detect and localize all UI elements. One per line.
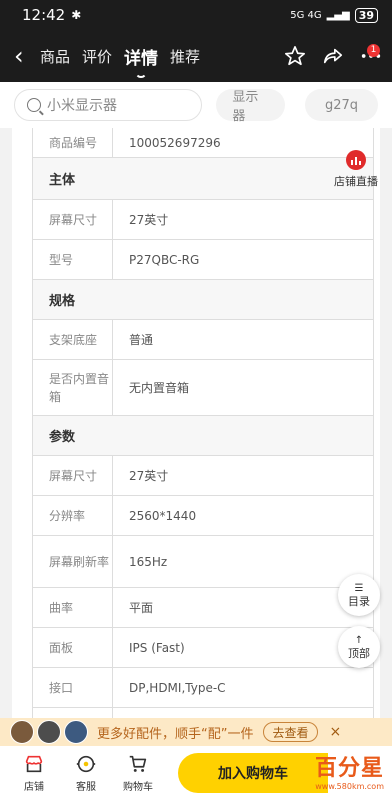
store-live-label: 店铺直播 [334,175,378,188]
spec-value: 165Hz [129,554,168,569]
back-to-top-button[interactable]: ↑ 顶部 [338,626,380,668]
shop-icon [25,755,43,773]
catalog-label: 目录 [348,595,370,608]
product-thumb-2 [37,720,61,744]
watermark-url: www.580km.com [315,782,384,791]
spec-value: 27英寸 [129,469,169,483]
spec-value: 27英寸 [129,213,169,227]
spec-row: 接口 DP,HDMI,Type-C [33,668,373,708]
spec-row: 屏幕刷新率 165Hz [33,536,373,588]
signal-icon: 5G 4G [290,9,322,21]
spec-key: 屏幕尺寸 [33,200,113,239]
spec-key: 支架底座 [33,320,113,359]
spec-row: 是否内置音箱 无内置音箱 [33,360,373,416]
store-live-button[interactable]: 店铺直播 [332,150,380,189]
product-thumb-1 [10,720,34,744]
spec-row: 售后服务3年质保 [33,708,373,718]
spec-table: 商品编号 100052697296 主体 屏幕尺寸 27英寸 型号 P27QBC-RG 规格支… [32,128,374,718]
header: 12:42 ✱ 5G 4G ▂▄▆ 39 ‹ 商品 评价 详情 推荐 1 [0,0,392,82]
bottom-bar: 店铺 客服 购物车 加入购物车 百分星 www.580km.com [0,746,392,800]
spec-row: 支架底座 普通 [33,320,373,360]
top-label: 顶部 [348,647,370,660]
spec-value: 普通 [129,333,154,347]
spec-value: 无内置音箱 [129,381,190,395]
spec-key: 商品编号 [33,128,113,157]
spec-row: 型号 P27QBC-RG [33,240,373,280]
spec-value: 2560*1440 [129,508,197,523]
list-icon: ☰ [354,583,364,594]
star-icon[interactable] [284,45,306,67]
status-icons: 5G 4G ▂▄▆ 39 [290,7,378,23]
spec-key: 屏幕尺寸 [33,456,113,495]
bluetooth-icon: ✱ [71,8,82,22]
shop-button[interactable]: 店铺 [8,753,60,793]
nav-bar: ‹ 商品 评价 详情 推荐 [0,30,392,82]
service-button[interactable]: 客服 [60,753,112,793]
message-badge: 1 [367,44,380,57]
search-icon [27,98,41,112]
tab-details[interactable]: 详情 [124,44,158,69]
tab-reviews[interactable]: 评价 [82,46,112,67]
close-icon[interactable]: × [330,724,342,740]
spec-row: 分辨率 2560*1440 [33,496,373,536]
cart-button[interactable]: 购物车 [112,753,164,793]
spec-key: 曲率 [33,588,113,627]
spec-row: 屏幕尺寸 27英寸 [33,200,373,240]
spec-section-title: 规格 [33,280,373,320]
share-icon[interactable] [322,45,344,67]
add-to-cart-button[interactable]: 加入购物车 [178,753,328,793]
spec-key: 型号 [33,240,113,279]
spec-row: 曲率 平面 [33,588,373,628]
search-row: 小米显示器 显示器 g27q [0,82,392,128]
spec-key: 是否内置音箱 [33,360,113,415]
spec-value: 平面 [129,601,154,615]
spec-value: 3年质保 [113,708,173,718]
spec-section-title: 主体 [33,158,373,200]
spec-row: 面板 IPS (Fast) [33,628,373,668]
cart-label: 购物车 [123,782,153,793]
spec-section-title: 参数 [33,416,373,456]
promo-banner: 更多好配件，顺手“配”一件 去查看 × [0,718,392,746]
battery-icon: 39 [354,7,378,23]
catalog-button[interactable]: ☰ 目录 [338,574,380,616]
spec-row: 屏幕尺寸 27英寸 [33,456,373,496]
back-icon[interactable]: ‹ [14,44,34,68]
shop-label: 店铺 [24,782,44,793]
product-thumb-3 [64,720,88,744]
spec-content: 商品编号 100052697296 主体 屏幕尺寸 27英寸 型号 P27QBC-RG 规格支… [12,128,380,718]
status-time: 12:42 [22,6,66,24]
search-chip-g27q[interactable]: g27q [304,89,378,121]
spec-key: 屏幕刷新率 [33,536,113,587]
arrow-up-icon: ↑ [354,635,364,646]
live-icon [346,150,366,170]
promo-text: 更多好配件，顺手“配”一件 [97,726,254,742]
search-placeholder: 小米显示器 [47,98,117,114]
spec-value: IPS (Fast) [129,640,185,655]
spec-key: 售后服务 [33,708,113,718]
cart-icon [129,755,147,772]
spec-key: 分辨率 [33,496,113,535]
spec-key: 面板 [33,628,113,667]
spec-value: 100052697296 [129,135,221,150]
spec-value: P27QBC-RG [129,252,200,267]
service-label: 客服 [76,782,96,793]
search-chip-monitor[interactable]: 显示器 [216,89,285,124]
spec-value: DP,HDMI,Type-C [129,680,226,695]
promo-view-button[interactable]: 去查看 [263,722,318,742]
wifi-icon: ▂▄▆ [326,9,350,21]
spec-key: 接口 [33,668,113,707]
watermark-logo: 百分星 www.580km.com [315,750,384,791]
search-input[interactable]: 小米显示器 [14,89,203,121]
watermark-text: 百分星 [314,756,384,781]
service-icon [76,755,96,773]
tab-product[interactable]: 商品 [40,46,70,67]
tab-recommend[interactable]: 推荐 [170,46,200,67]
status-bar: 12:42 ✱ 5G 4G ▂▄▆ 39 [0,0,392,30]
spec-row: 商品编号 100052697296 [33,128,373,158]
